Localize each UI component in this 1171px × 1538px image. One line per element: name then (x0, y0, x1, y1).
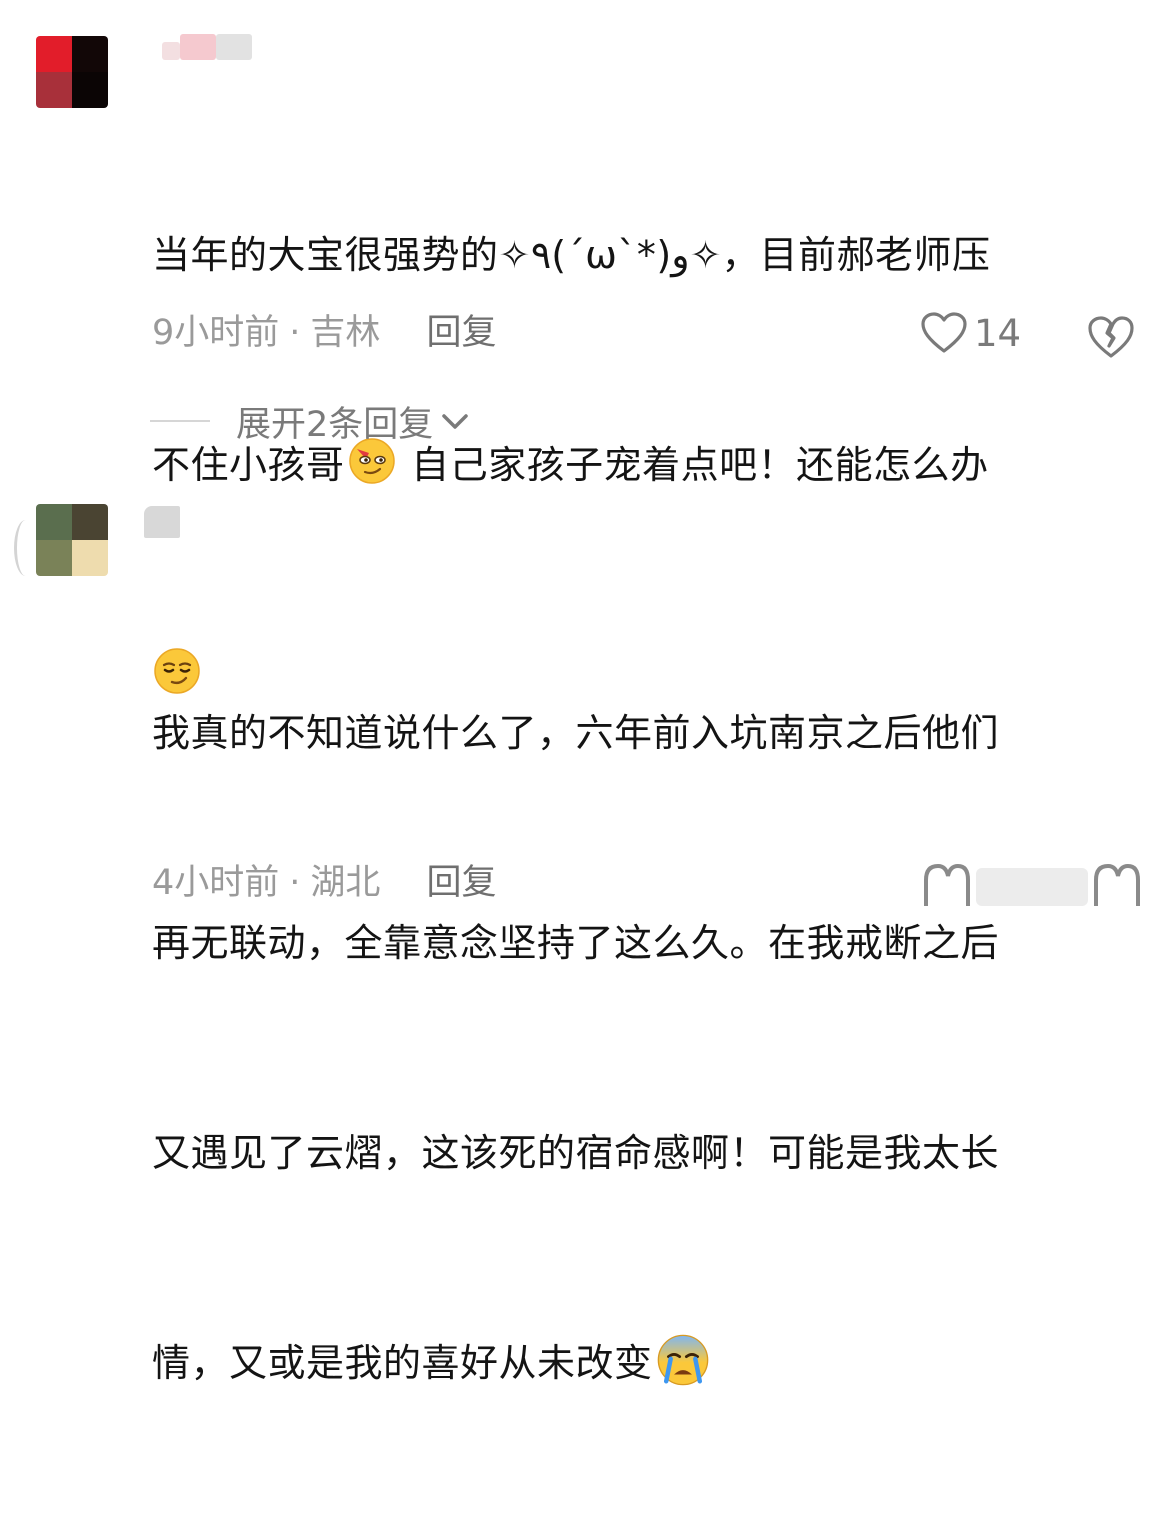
comment-line: 情，又或是我的喜好从未改变 (152, 1328, 1152, 1398)
avatar[interactable] (36, 504, 108, 576)
location: 吉林 (310, 313, 381, 353)
like-button[interactable] (920, 860, 1160, 910)
expand-replies-button[interactable]: 展开2条回复 (150, 396, 471, 446)
comment-line: 再无联动，全靠意念坚持了这么久。在我戒断之后 (152, 921, 1000, 965)
meta-separator: · (289, 863, 301, 903)
timestamp: 4小时前 (152, 863, 280, 903)
reply-button[interactable]: 回复 (426, 313, 496, 353)
comment-item: 我真的不知道说什么了，六年前入坑南京之后他们 再无联动，全靠意念坚持了这么久。在… (0, 490, 1171, 1386)
avatar-ring (14, 520, 37, 576)
crying-face-emoji (657, 1334, 708, 1386)
comment-line: 当年的大宝很强势的✧٩(ˊωˋ*)و✧，目前郝老师压 (152, 233, 991, 277)
comment-item: 当年的大宝很强势的✧٩(ˊωˋ*)و✧，目前郝老师压 不住小孩哥 自己家孩子宠着… (0, 0, 1171, 694)
chevron-down-icon (442, 414, 469, 429)
like-count: 14 (974, 311, 1022, 355)
divider (150, 420, 210, 422)
timestamp: 9小时前 (152, 313, 280, 353)
broken-heart-icon[interactable] (1086, 312, 1136, 362)
meta-separator: · (289, 313, 301, 353)
comment-line: 又遇见了云熠，这该死的宿命感啊！可能是我太长 (152, 1131, 1000, 1175)
reply-button[interactable]: 回复 (426, 863, 496, 903)
expand-replies-label: 展开2条回复 (236, 404, 434, 445)
username[interactable] (144, 506, 184, 540)
heart-icon (921, 312, 967, 353)
comment-meta: 9小时前 · 吉林 回复 (152, 308, 496, 358)
comment-line: 我真的不知道说什么了，六年前入坑南京之后他们 (152, 711, 1000, 755)
location: 湖北 (310, 863, 381, 903)
comment-meta: 4小时前 · 湖北 回复 (152, 858, 496, 908)
heart-icon (924, 863, 1140, 906)
comment-text: 我真的不知道说什么了，六年前入坑南京之后他们 再无联动，全靠意念坚持了这么久。在… (152, 558, 1152, 1538)
avatar[interactable] (36, 36, 108, 108)
like-button[interactable]: 14 (920, 308, 1021, 358)
username[interactable] (152, 34, 262, 62)
